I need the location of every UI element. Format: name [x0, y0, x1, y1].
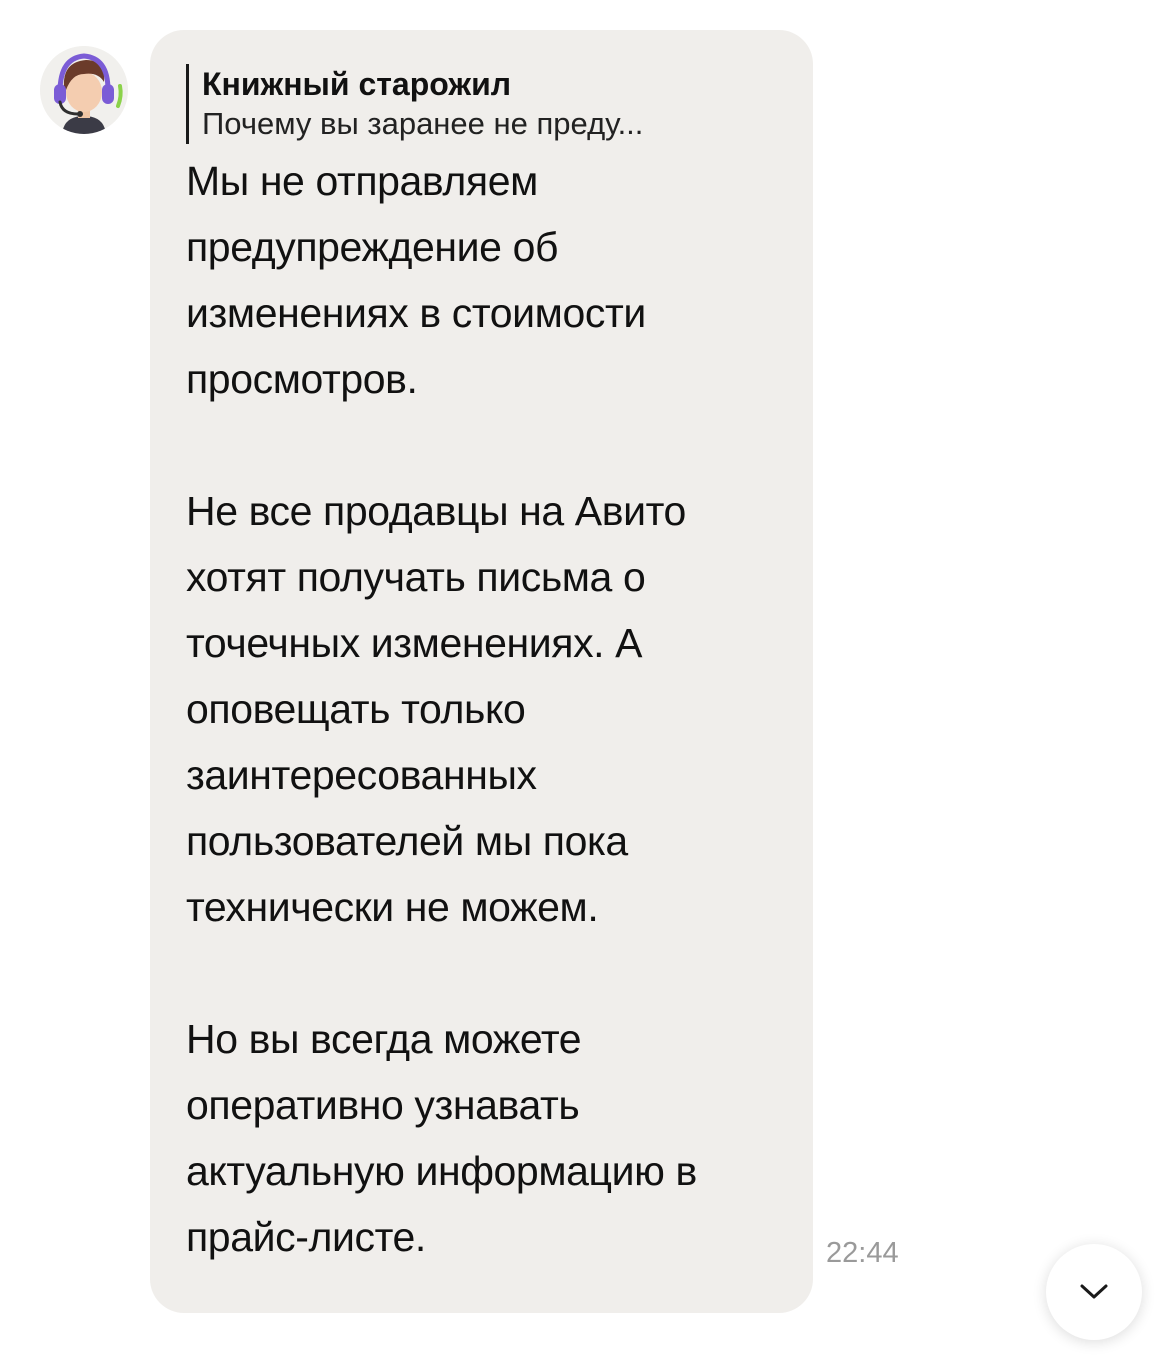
message-paragraph: Не все продавцы на Авито хотят получать …	[186, 478, 783, 940]
message-line: актуальную информацию в	[186, 1148, 697, 1194]
message-line: точечных изменениях. А	[186, 620, 643, 666]
message-line: оповещать только	[186, 686, 526, 732]
reply-quote-text: Почему вы заранее не преду...	[202, 106, 644, 141]
message-paragraph: Мы не отправляем предупреждение об измен…	[186, 148, 783, 412]
message-line: заинтересованных	[186, 752, 537, 798]
message-text: Мы не отправляем предупреждение об измен…	[186, 148, 783, 1270]
chat-view: Книжный старожил Почему вы заранее не пр…	[0, 0, 1173, 1364]
message-line: хотят получать письма о	[186, 554, 646, 600]
support-agent-avatar[interactable]	[40, 46, 128, 134]
message-line: оперативно узнавать	[186, 1082, 580, 1128]
reply-author: Книжный старожил	[202, 66, 512, 102]
reply-quote[interactable]: Книжный старожил Почему вы заранее не пр…	[186, 64, 783, 144]
message-line: изменениях в стоимости	[186, 290, 646, 336]
message-line: Но вы всегда можете	[186, 1016, 582, 1062]
message-line: Не все продавцы на Авито	[186, 488, 686, 534]
chevron-down-icon	[1080, 1284, 1108, 1299]
message-line: просмотров.	[186, 356, 418, 402]
message-bubble[interactable]: Книжный старожил Почему вы заранее не пр…	[150, 30, 813, 1313]
message-time: 22:44	[826, 1237, 899, 1269]
message-paragraph: Но вы всегда можете оперативно узнавать …	[186, 1006, 783, 1270]
message-line: технически не можем.	[186, 884, 599, 930]
message-line: пользователей мы пока	[186, 818, 628, 864]
support-agent-icon	[40, 46, 128, 134]
message-line: прайс-листе.	[186, 1214, 426, 1260]
message-line: Мы не отправляем	[186, 158, 538, 204]
scroll-down-button[interactable]	[1046, 1244, 1142, 1340]
message-line: предупреждение об	[186, 224, 559, 270]
